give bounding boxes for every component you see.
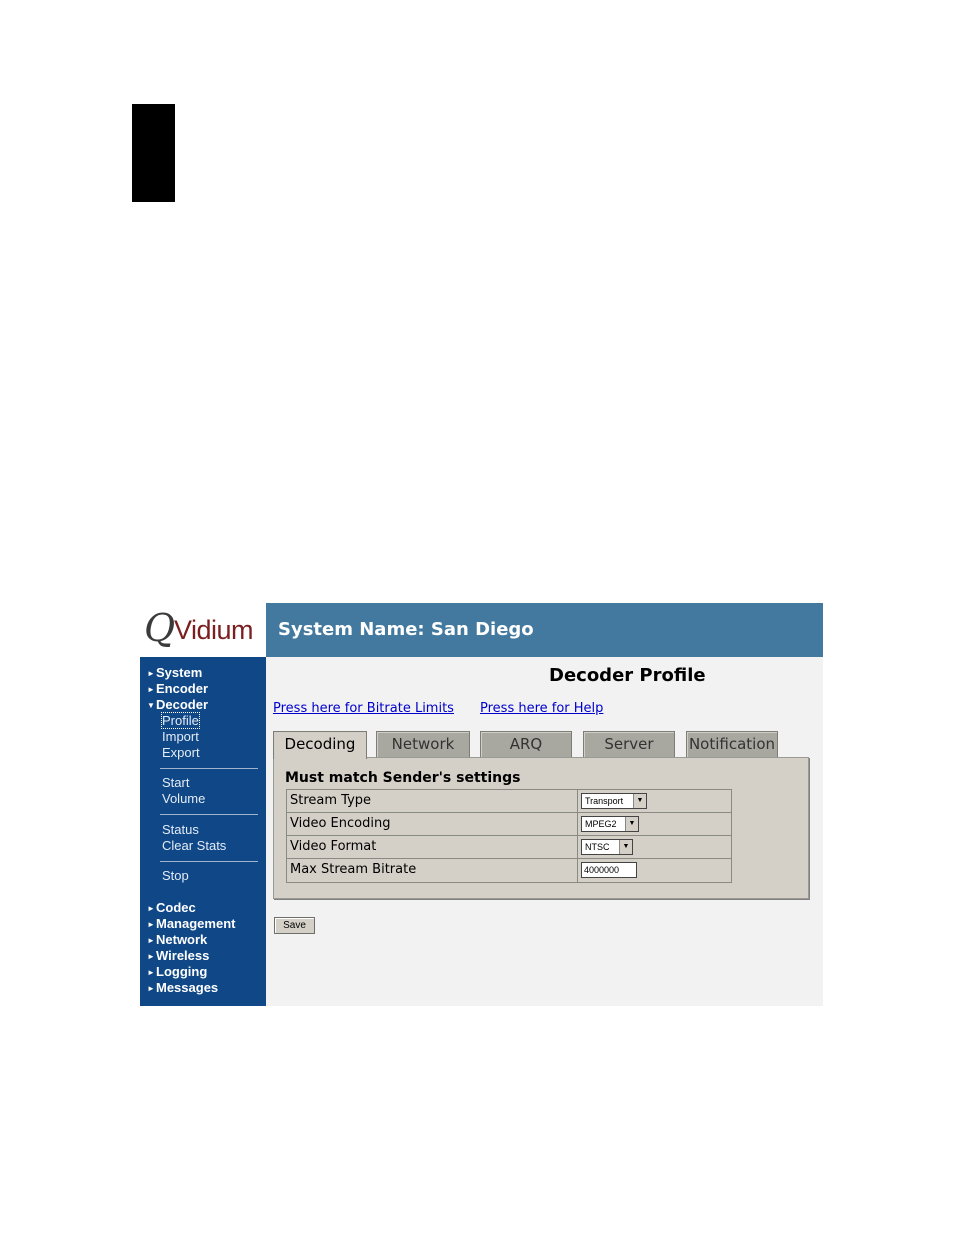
chapter-tab-marker xyxy=(132,104,175,202)
sidebar-divider xyxy=(160,768,258,769)
table-row: Video Format NTSC ▼ xyxy=(287,836,731,859)
header-bar: System Name: San Diego xyxy=(266,603,823,657)
table-row: Max Stream Bitrate 4000000 xyxy=(287,859,731,882)
arrow-right-icon: ► xyxy=(147,984,155,994)
tab-decoding[interactable]: Decoding xyxy=(273,731,367,759)
sidebar-item-wireless[interactable]: ►Wireless xyxy=(147,948,209,963)
table-row: Stream Type Transport ▼ xyxy=(287,790,731,813)
sidebar-divider xyxy=(160,814,258,815)
tab-arq[interactable]: ARQ xyxy=(480,731,572,757)
stream-type-label: Stream Type xyxy=(290,793,372,808)
tab-server[interactable]: Server xyxy=(583,731,675,757)
bitrate-limits-link[interactable]: Press here for Bitrate Limits xyxy=(273,701,454,716)
chevron-down-icon: ▼ xyxy=(633,794,646,808)
table-row: Video Encoding MPEG2 ▼ xyxy=(287,813,731,836)
arrow-right-icon: ► xyxy=(147,685,155,695)
sidebar-sub-start[interactable]: Start xyxy=(162,775,189,790)
sidebar-sub-profile[interactable]: Profile xyxy=(161,712,200,729)
arrow-right-icon: ► xyxy=(147,920,155,930)
chevron-down-icon: ▼ xyxy=(625,817,638,831)
decoding-panel: Must match Sender's settings Stream Type… xyxy=(273,757,809,899)
sidebar-item-codec[interactable]: ►Codec xyxy=(147,900,196,915)
settings-table: Stream Type Transport ▼ Video Encoding MP… xyxy=(286,789,732,883)
sidebar-item-system[interactable]: ►System xyxy=(147,665,202,680)
sidebar-item-messages[interactable]: ►Messages xyxy=(147,980,218,995)
arrow-down-icon: ▼ xyxy=(147,701,155,711)
arrow-right-icon: ► xyxy=(147,669,155,679)
video-format-label: Video Format xyxy=(290,839,377,854)
sidebar-divider xyxy=(160,861,258,862)
sidebar-sub-export[interactable]: Export xyxy=(162,745,200,760)
tab-network[interactable]: Network xyxy=(376,731,470,757)
sidebar-item-network[interactable]: ►Network xyxy=(147,932,207,947)
video-format-select[interactable]: NTSC ▼ xyxy=(581,839,633,855)
logo: Q Vidium xyxy=(140,603,266,657)
sidebar-sub-volume[interactable]: Volume xyxy=(162,791,205,806)
sidebar-item-management[interactable]: ►Management xyxy=(147,916,235,931)
tab-notification[interactable]: Notification xyxy=(686,731,778,757)
main-content: Decoder Profile Press here for Bitrate L… xyxy=(266,657,823,1006)
sidebar-item-decoder[interactable]: ▼Decoder xyxy=(147,697,208,712)
sidebar-sub-stop[interactable]: Stop xyxy=(162,868,189,883)
arrow-right-icon: ► xyxy=(147,904,155,914)
video-encoding-label: Video Encoding xyxy=(290,816,391,831)
arrow-right-icon: ► xyxy=(147,936,155,946)
max-bitrate-label: Max Stream Bitrate xyxy=(290,862,417,877)
video-encoding-select[interactable]: MPEG2 ▼ xyxy=(581,816,639,832)
sidebar: ►System ►Encoder ▼Decoder Profile Import… xyxy=(140,657,266,1006)
chevron-down-icon: ▼ xyxy=(619,840,632,854)
system-name: System Name: San Diego xyxy=(278,619,534,640)
help-link[interactable]: Press here for Help xyxy=(480,701,603,716)
section-heading: Must match Sender's settings xyxy=(285,770,521,786)
sidebar-sub-status[interactable]: Status xyxy=(162,822,199,837)
app-window: Q Vidium System Name: San Diego ►System … xyxy=(140,603,823,1006)
sidebar-sub-clear-stats[interactable]: Clear Stats xyxy=(162,838,226,853)
stream-type-select[interactable]: Transport ▼ xyxy=(581,793,647,809)
logo-text: Vidium xyxy=(174,615,254,645)
save-button[interactable]: Save xyxy=(274,917,315,934)
max-bitrate-input[interactable]: 4000000 xyxy=(581,862,637,878)
page-title: Decoder Profile xyxy=(549,665,706,686)
sidebar-item-logging[interactable]: ►Logging xyxy=(147,964,207,979)
arrow-right-icon: ► xyxy=(147,968,155,978)
arrow-right-icon: ► xyxy=(147,952,155,962)
logo-mark: Q xyxy=(144,606,176,650)
sidebar-item-encoder[interactable]: ►Encoder xyxy=(147,681,208,696)
sidebar-sub-import[interactable]: Import xyxy=(162,729,199,744)
